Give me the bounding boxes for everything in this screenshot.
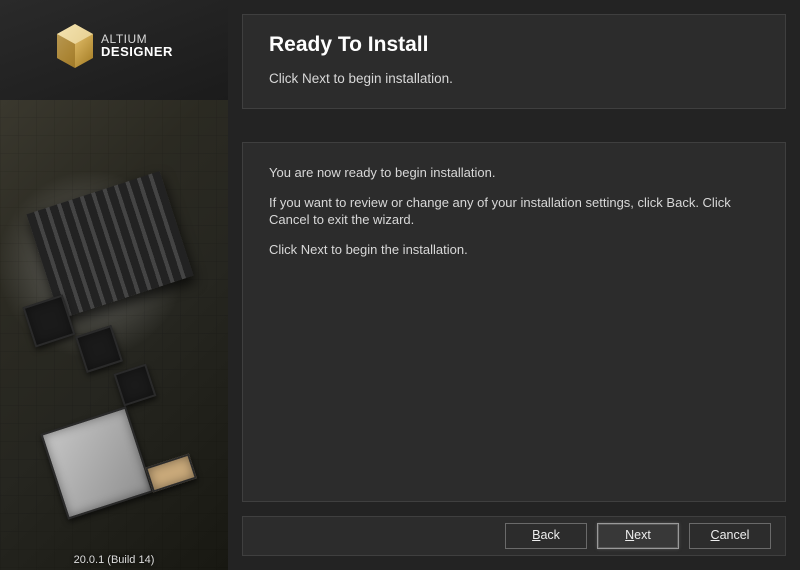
chip-graphic xyxy=(114,364,157,407)
heatsink-graphic xyxy=(26,171,193,319)
chip-graphic xyxy=(75,325,123,373)
next-button[interactable]: Next xyxy=(597,523,679,549)
brand-hexagon-icon xyxy=(55,22,95,70)
body-paragraph: Click Next to begin the installation. xyxy=(269,242,759,258)
header-panel: Ready To Install Click Next to begin ins… xyxy=(242,14,786,109)
body-panel: You are now ready to begin installation.… xyxy=(242,142,786,502)
brand-text: ALTIUM DESIGNER xyxy=(101,33,173,59)
cancel-button[interactable]: Cancel xyxy=(689,523,771,549)
page-title: Ready To Install xyxy=(269,33,759,57)
footer-panel: Back Next Cancel xyxy=(242,516,786,556)
version-label: 20.0.1 (Build 14) xyxy=(0,554,228,566)
brand-logo-area: ALTIUM DESIGNER xyxy=(0,22,228,70)
body-paragraph: You are now ready to begin installation. xyxy=(269,165,759,181)
capacitor-graphic xyxy=(145,454,197,493)
main-content: Ready To Install Click Next to begin ins… xyxy=(228,0,800,570)
brand-bottom: DESIGNER xyxy=(101,45,173,59)
cpu-graphic xyxy=(40,406,153,519)
page-subtitle: Click Next to begin installation. xyxy=(269,71,759,86)
motherboard-background xyxy=(0,100,228,570)
sidebar: ALTIUM DESIGNER 20.0.1 (Build 14) xyxy=(0,0,228,570)
body-paragraph: If you want to review or change any of y… xyxy=(269,195,759,228)
back-button[interactable]: Back xyxy=(505,523,587,549)
